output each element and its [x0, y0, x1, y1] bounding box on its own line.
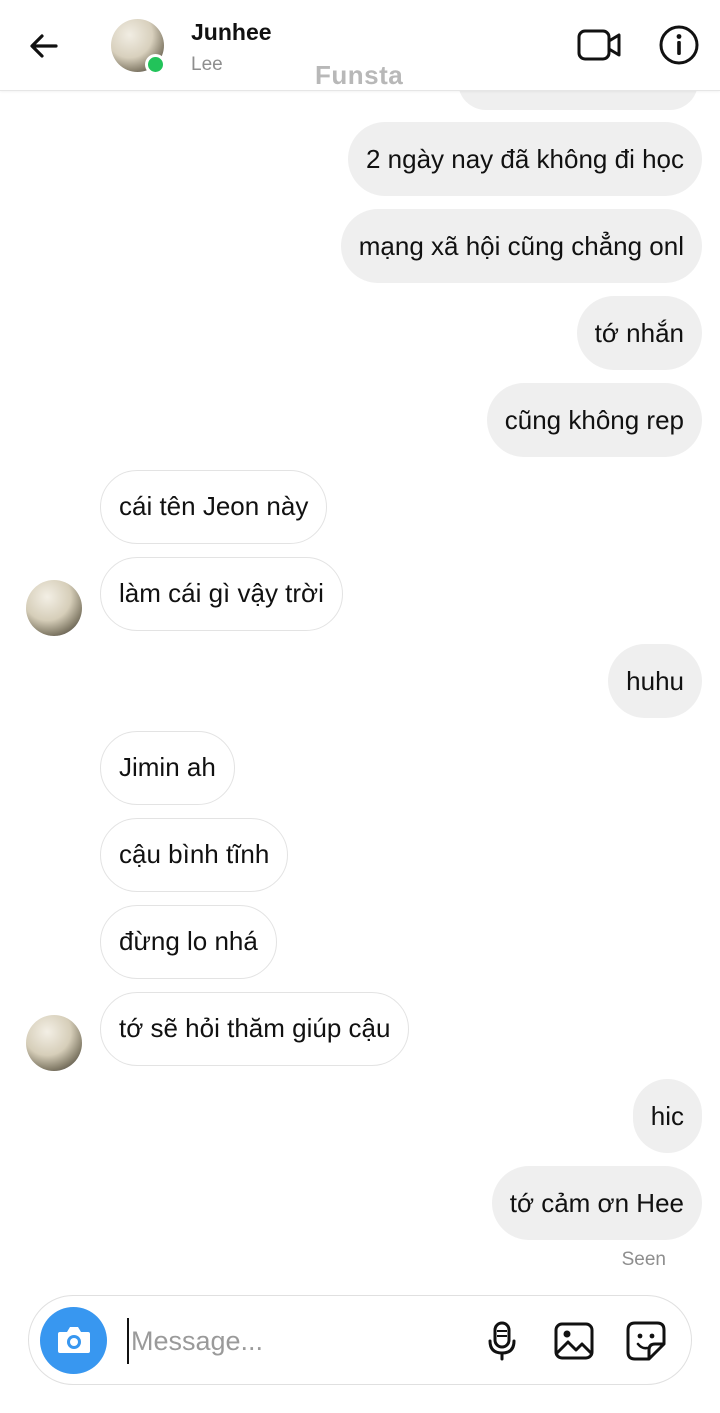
- message-bubble-received[interactable]: đừng lo nhá: [100, 905, 277, 979]
- contact-name[interactable]: Junhee: [191, 19, 272, 46]
- message-bubble-sent[interactable]: huhu: [608, 644, 702, 718]
- camera-button[interactable]: [40, 1307, 107, 1374]
- message-bubble-received[interactable]: cậu bình tĩnh: [100, 818, 289, 892]
- contact-subtitle: Lee: [191, 54, 223, 75]
- online-status-dot: [145, 54, 166, 75]
- message-bubble-sent[interactable]: cũng không rep: [486, 383, 702, 457]
- gallery-icon[interactable]: [553, 1320, 595, 1362]
- message-input[interactable]: [127, 1318, 473, 1364]
- video-call-icon[interactable]: [576, 27, 622, 63]
- back-arrow-icon[interactable]: [26, 28, 62, 64]
- message-bubble-sent[interactable]: tớ cảm ơn Hee: [491, 1166, 702, 1240]
- message-bubble-sent[interactable]: 2 ngày nay đã không đi học: [347, 122, 702, 196]
- watermark-text: Funsta: [315, 60, 404, 90]
- microphone-icon[interactable]: [481, 1320, 523, 1362]
- message-bubble-received[interactable]: tớ sẽ hỏi thăm giúp cậu: [100, 992, 410, 1066]
- message-bubble-received[interactable]: cái tên Jeon này: [100, 470, 328, 544]
- message-bubble-sent[interactable]: hic: [632, 1079, 702, 1153]
- message-bubble-received[interactable]: làm cái gì vậy trời: [100, 557, 343, 631]
- camera-icon: [58, 1327, 90, 1353]
- sticker-icon[interactable]: [625, 1320, 667, 1362]
- sender-avatar[interactable]: [26, 580, 82, 636]
- message-bubble-sent[interactable]: tớ nhắn: [576, 296, 702, 370]
- sender-avatar[interactable]: [26, 1015, 82, 1071]
- seen-status: Seen: [621, 1249, 666, 1270]
- message-bubble-received[interactable]: Jimin ah: [100, 731, 235, 805]
- message-bubble-sent[interactable]: mạng xã hội cũng chẳng onl: [340, 209, 702, 283]
- info-icon[interactable]: [658, 24, 700, 66]
- contact-avatar[interactable]: [111, 19, 166, 75]
- message-composer: [28, 1295, 692, 1385]
